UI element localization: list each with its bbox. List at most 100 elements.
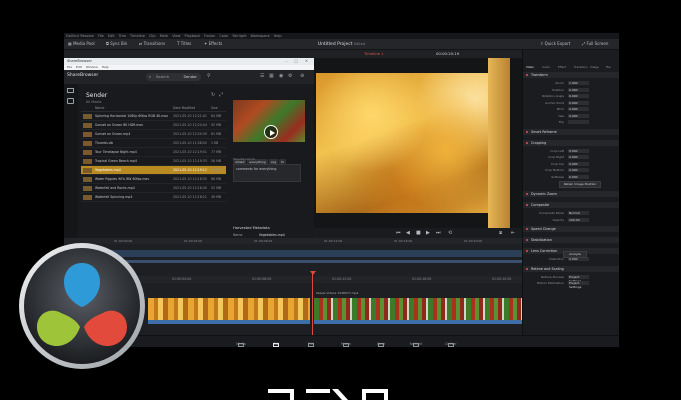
menubar-item[interactable]: DaVinci Resolve: [66, 34, 94, 38]
column-name[interactable]: Name: [95, 105, 104, 111]
param-value[interactable]: 0.000: [568, 113, 589, 118]
analyze-button[interactable]: Analyze: [563, 250, 587, 258]
viewer-frame[interactable]: [316, 73, 502, 213]
search-input[interactable]: ⌕ Search Sender: [146, 73, 201, 81]
timeline-name[interactable]: Timeline 1: [364, 50, 384, 58]
inspector-section-header[interactable]: Smart Reframe: [523, 128, 619, 135]
menubar-item[interactable]: Fairlight: [232, 34, 246, 38]
sharebrowser-menu-item[interactable]: File: [67, 65, 72, 69]
column-size[interactable]: Size: [211, 105, 218, 111]
list-view-icon[interactable]: ☰: [260, 73, 264, 79]
param-value[interactable]: 0.000: [568, 148, 589, 153]
video-clip-autumn[interactable]: [148, 298, 310, 320]
file-row[interactable]: Waterfall Spinning.mp4 2021-05-10 12:18:2…: [81, 193, 226, 202]
add-icon[interactable]: ⊕: [300, 73, 304, 79]
page-tab[interactable]: Color: [366, 342, 396, 347]
playhead-handle[interactable]: [309, 271, 316, 275]
param-value[interactable]: 0.000: [568, 168, 589, 172]
folder-icon[interactable]: [67, 98, 74, 104]
playhead[interactable]: [312, 271, 313, 335]
loop-icon[interactable]: ⟲: [448, 228, 452, 238]
file-row[interactable]: Water Ripples 90% BW 60fps.mov 2021-05-10…: [81, 175, 226, 184]
filter-icon[interactable]: ⚲: [207, 73, 211, 79]
inspector-section-header[interactable]: Cropping: [523, 139, 619, 146]
window-controls-icon[interactable]: – □ ✕: [286, 58, 312, 65]
refresh-icon[interactable]: ↻: [211, 92, 215, 98]
file-row[interactable]: Spinning Horizontal 1080p 60fps RGB 4K.m…: [81, 112, 226, 121]
sharebrowser-menu-item[interactable]: Edit: [76, 65, 82, 69]
param-value[interactable]: [568, 120, 589, 124]
search-scope[interactable]: Sender: [184, 73, 197, 81]
grid-view-icon[interactable]: ▦: [269, 73, 274, 79]
param-value[interactable]: 0.000: [568, 257, 589, 261]
menubar-item[interactable]: Edit: [108, 34, 115, 38]
file-row[interactable]: Tour Timelapse Night.mp4 2021-05-10 12:19…: [81, 148, 226, 157]
param-value[interactable]: 0.000: [568, 87, 589, 92]
audio-clip-1[interactable]: [148, 320, 310, 324]
monitor-icon[interactable]: [67, 88, 74, 93]
param-value[interactable]: 100.00: [568, 217, 589, 222]
file-row[interactable]: Tropical Green Beach.mp4 2021-05-10 12:19…: [81, 157, 226, 166]
comment-field[interactable]: comments for everything: [233, 164, 301, 182]
param-value[interactable]: Project Settings: [568, 281, 589, 289]
file-row[interactable]: Vegetables.mp4 2021-05-10 12:19:12 41 MB: [81, 166, 226, 175]
file-row[interactable]: Waterfall and Rocks.mp4 2021-05-10 12:18:…: [81, 184, 226, 193]
inspector-tab[interactable]: Video: [526, 65, 534, 69]
menubar-item[interactable]: Trim: [119, 34, 126, 38]
param-value[interactable]: 0.000: [568, 107, 589, 111]
page-tab[interactable]: Edit: [296, 342, 326, 347]
param-value[interactable]: 1.000: [568, 81, 589, 85]
menubar-item[interactable]: Clip: [149, 34, 156, 38]
inspector-tab[interactable]: Image: [590, 65, 599, 69]
inspector-tab[interactable]: Transition: [574, 65, 588, 69]
sharebrowser-menu-item[interactable]: Help: [102, 65, 109, 69]
inspector-section-header[interactable]: Retime and Scaling: [523, 265, 619, 272]
file-row[interactable]: Thumbs.db 2021-05-10 11:58:02 1 KB: [81, 139, 226, 148]
column-date[interactable]: Date Modified: [173, 105, 195, 111]
page-tab[interactable]: Deliver: [436, 342, 466, 347]
file-row[interactable]: Sunset on Ocean.mp4 2021-05-10 12:20:30 61…: [81, 130, 226, 139]
menubar-item[interactable]: File: [98, 34, 104, 38]
param-value[interactable]: Normal: [568, 211, 589, 215]
quick-export-button[interactable]: ⇪ Quick Export: [540, 39, 570, 49]
settings-icon[interactable]: ⚙: [288, 73, 292, 79]
inspector-section-header[interactable]: Speed Change: [523, 226, 619, 232]
stop-icon[interactable]: ■: [416, 228, 421, 238]
file-row[interactable]: Sunset on Ocean 8K HDR.mov 2021-05-10 12:…: [81, 121, 226, 130]
preview-thumbnail[interactable]: [233, 100, 305, 142]
inspector-tab[interactable]: Effect: [558, 65, 566, 69]
inspector-tab[interactable]: Audio: [542, 65, 550, 69]
page-tab[interactable]: Cut: [261, 342, 291, 347]
param-value[interactable]: 0.000: [568, 174, 589, 179]
menubar-item[interactable]: Help: [274, 34, 282, 38]
retain-image-position-button[interactable]: Retain Image Position: [559, 181, 601, 188]
menubar-item[interactable]: Fusion: [204, 34, 215, 38]
skip-start-icon[interactable]: ⏮: [396, 228, 401, 238]
play-icon[interactable]: [264, 125, 278, 139]
audio-clip-2[interactable]: [314, 320, 522, 324]
menubar-item[interactable]: Workspace: [251, 34, 270, 38]
menubar-item[interactable]: Mark: [160, 34, 169, 38]
sharebrowser-menu-item[interactable]: Window: [86, 65, 98, 69]
inspector-section-header[interactable]: Transform: [523, 72, 619, 78]
page-tab[interactable]: Fairlight: [401, 342, 431, 347]
step-back-icon[interactable]: ◀: [406, 228, 410, 238]
match-frame-icon[interactable]: ⧈: [499, 228, 502, 238]
param-value[interactable]: 0.000: [568, 155, 589, 159]
page-tab[interactable]: Media: [226, 342, 256, 347]
param-value[interactable]: 0.000: [568, 161, 589, 166]
mark-in-icon[interactable]: ⇤: [511, 228, 515, 238]
menubar-item[interactable]: Timeline: [130, 34, 145, 38]
menubar-item[interactable]: Color: [219, 34, 228, 38]
param-value[interactable]: Project Settings: [568, 274, 589, 283]
full-screen-button[interactable]: ⤢ Full Screen: [582, 39, 608, 49]
param-value[interactable]: 0.000: [568, 94, 589, 98]
expand-icon[interactable]: ⤢: [219, 92, 223, 98]
play-button-icon[interactable]: ▶: [426, 228, 430, 238]
inspector-section-header[interactable]: Composite: [523, 202, 619, 208]
menubar-item[interactable]: View: [172, 34, 180, 38]
inspector-tab[interactable]: File: [606, 65, 611, 69]
menubar-item[interactable]: Playback: [185, 34, 201, 38]
user-icon[interactable]: ◉: [279, 73, 283, 79]
page-tab[interactable]: Fusion: [331, 342, 361, 347]
